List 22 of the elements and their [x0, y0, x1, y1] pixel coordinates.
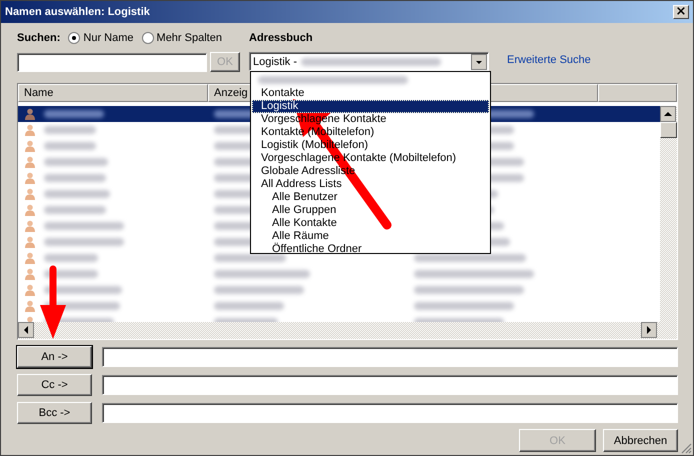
combo-value: Logistik -	[253, 56, 298, 68]
menu-item[interactable]: Öffentliche Ordner	[252, 243, 489, 256]
window-title: Namen auswählen: Logistik	[5, 6, 150, 18]
advanced-search-link[interactable]: Erweiterte Suche	[507, 54, 591, 66]
cancel-button[interactable]: Abbrechen	[603, 429, 678, 452]
close-button[interactable]: ×	[673, 5, 689, 19]
menu-item[interactable]: Alle Räume	[252, 230, 489, 243]
radio-option[interactable]: Mehr Spalten	[142, 32, 222, 44]
address-book-dropdown[interactable]: Logistik -	[249, 52, 489, 71]
menu-item[interactable]: All Address Lists	[252, 178, 489, 191]
menu-item[interactable]: Kontakte	[252, 87, 489, 100]
column-header[interactable]: Name	[18, 84, 208, 102]
recipient-button[interactable]: Bcc ->	[17, 402, 92, 424]
address-book-label: Adressbuch	[249, 31, 314, 46]
recipient-button[interactable]: An ->	[17, 346, 92, 368]
menu-item[interactable]: Alle Benutzer	[252, 191, 489, 204]
menu-item[interactable]: Alle Gruppen	[252, 204, 489, 217]
menu-item[interactable]: Alle Kontakte	[252, 217, 489, 230]
recipient-button[interactable]: Cc ->	[17, 374, 92, 396]
menu-item[interactable]: Logistik	[252, 100, 489, 113]
radio-option[interactable]: Nur Name	[68, 32, 134, 44]
search-label: Suchen:	[17, 32, 60, 44]
